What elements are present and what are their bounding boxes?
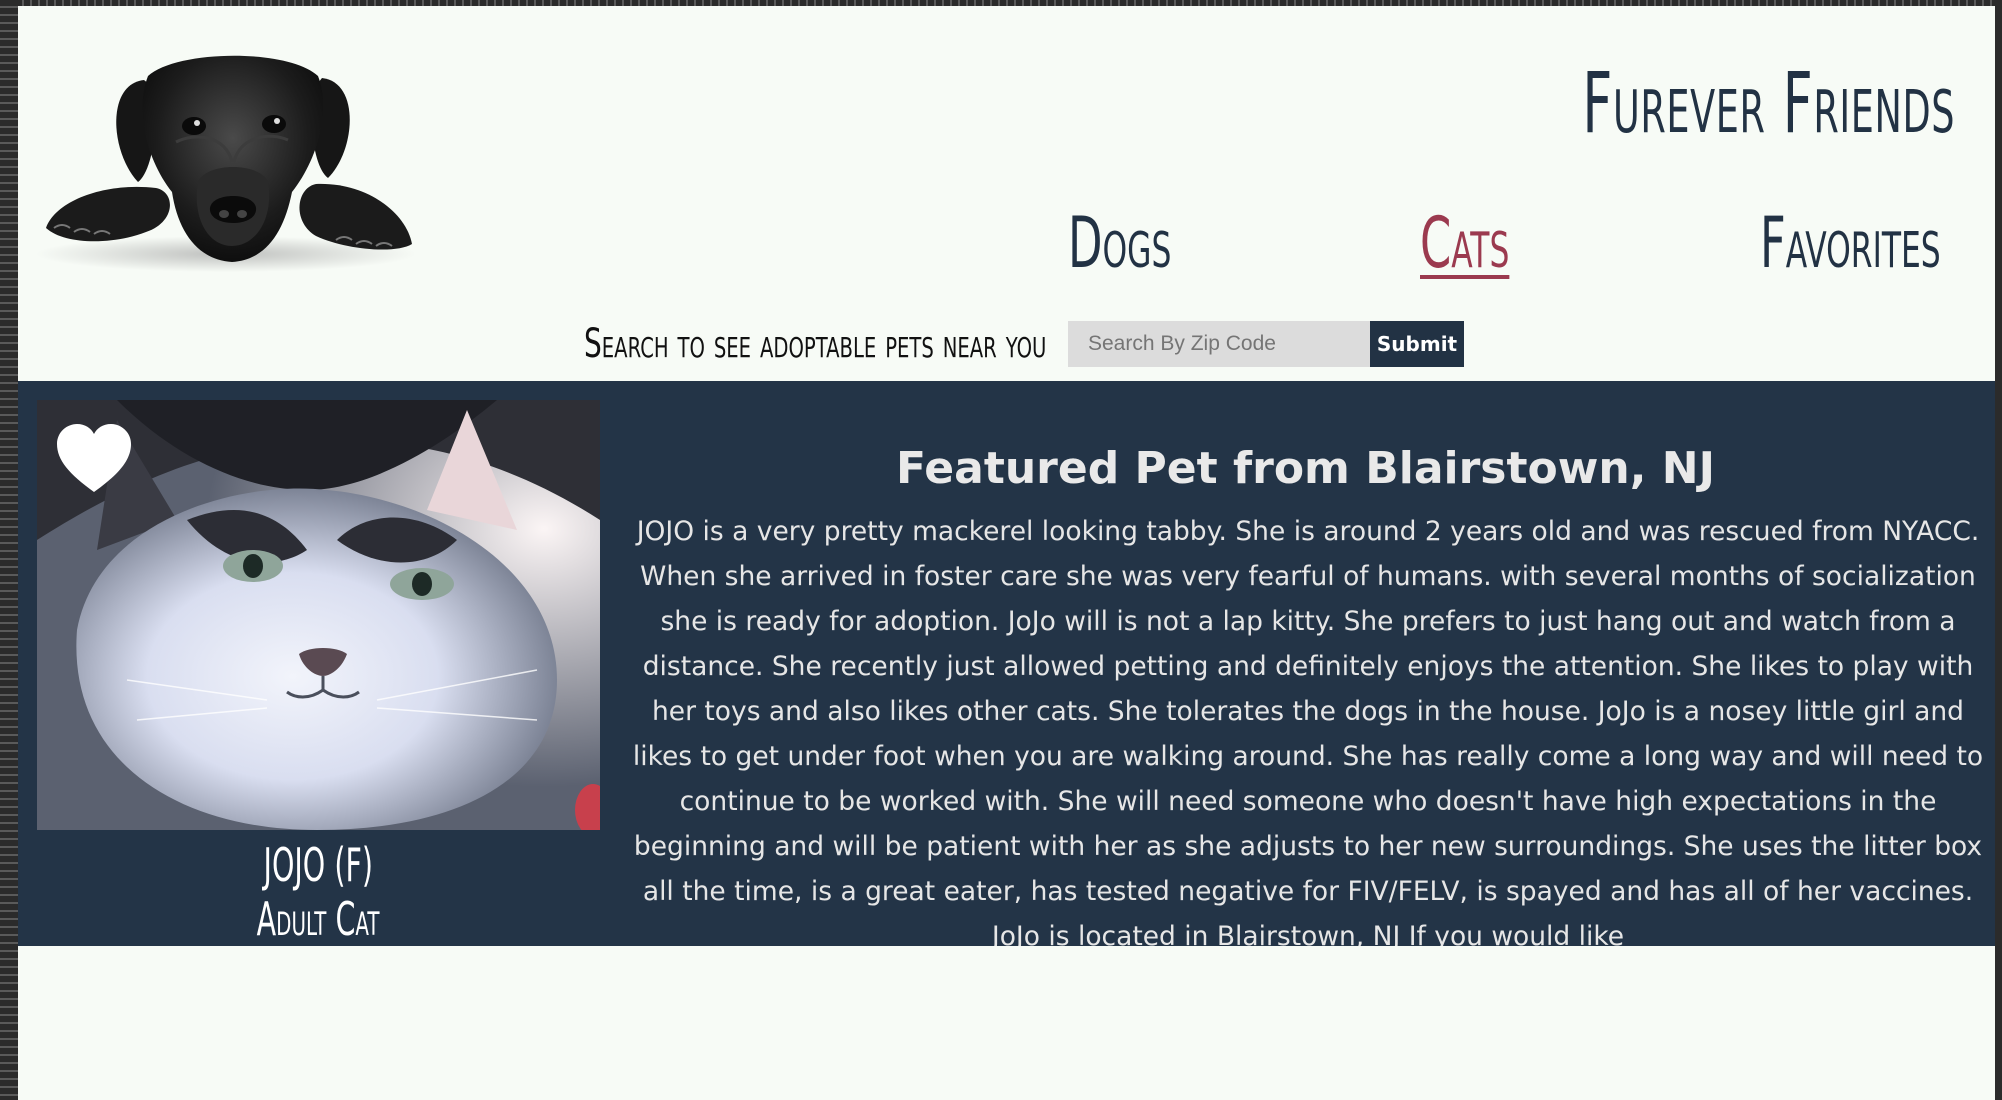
page: Furever Friends Dogs Cats Favorites Sear… xyxy=(18,6,1995,1100)
pet-name: JOJO (F) xyxy=(263,838,374,892)
pet-age-type: Adult Cat xyxy=(257,892,380,946)
site-title: Furever Friends xyxy=(1582,54,1955,152)
search-form: Search to see adoptable pets near you Su… xyxy=(584,320,1464,368)
pet-info: JOJO (F) Adult Cat xyxy=(37,838,600,946)
main-nav: Dogs Cats Favorites xyxy=(18,202,1995,292)
featured-pet-section: JOJO (F) Adult Cat Featured Pet from Bla… xyxy=(18,381,1995,946)
submit-button[interactable]: Submit xyxy=(1370,321,1464,367)
window-right-border xyxy=(1995,0,2002,1100)
featured-title: Featured Pet from Blairstown, NJ xyxy=(896,443,1715,494)
nav-link-dogs[interactable]: Dogs xyxy=(1068,202,1171,284)
search-label: Search to see adoptable pets near you xyxy=(584,321,1047,367)
favorite-heart-icon[interactable] xyxy=(55,424,133,494)
window-left-border xyxy=(0,0,18,1100)
nav-link-favorites[interactable]: Favorites xyxy=(1760,202,1941,284)
zip-code-search-input[interactable] xyxy=(1068,321,1370,367)
pet-photo[interactable] xyxy=(37,400,600,830)
pet-card[interactable]: JOJO (F) Adult Cat xyxy=(37,400,600,946)
nav-link-cats[interactable]: Cats xyxy=(1420,202,1509,284)
featured-description: JOJO is a very pretty mackerel looking t… xyxy=(632,516,1984,946)
